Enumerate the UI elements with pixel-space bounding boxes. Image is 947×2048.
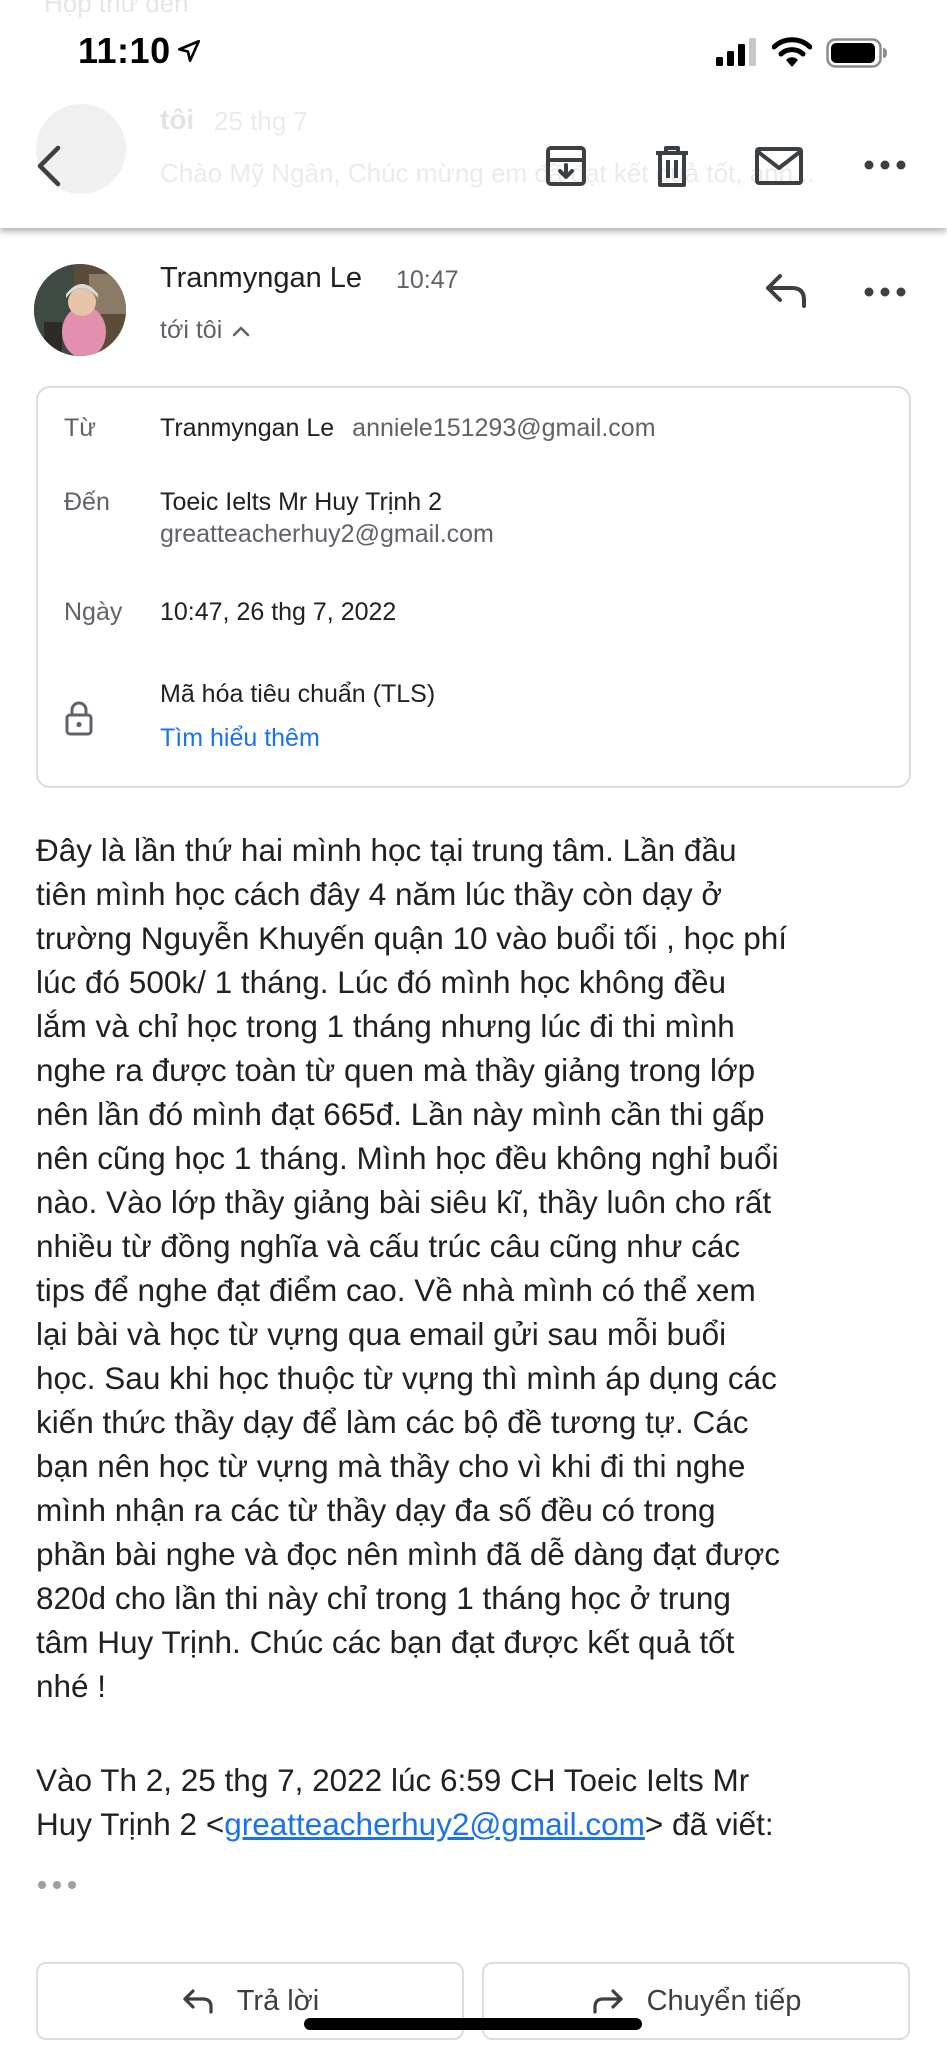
chevron-up-icon xyxy=(233,326,250,336)
recipient-toggle[interactable]: tới tôi xyxy=(160,316,250,345)
sender-name[interactable]: Tranmyngan Le xyxy=(160,262,362,295)
body-line: học. Sau khi học thuộc từ vựng thì mình … xyxy=(36,1360,777,1396)
cellular-signal-icon xyxy=(716,38,756,66)
lock-icon xyxy=(65,701,93,736)
from-value: Tranmyngan Le anniele151293@gmail.com xyxy=(160,414,656,443)
battery-icon xyxy=(826,38,887,68)
wifi-icon xyxy=(772,37,812,67)
to-name: Toeic Ielts Mr Huy Trịnh 2 xyxy=(160,488,443,516)
quoted-header-line-2: Huy Trịnh 2 <greatteacherhuy2@gmail.com>… xyxy=(36,1802,926,1846)
body-line: bạn nên học từ vựng mà thầy cho vì khi đ… xyxy=(36,1448,746,1484)
archive-icon[interactable] xyxy=(542,142,590,190)
date-label: Ngày xyxy=(64,598,123,626)
body-line: tâm Huy Trịnh. Chúc các bạn đạt được kết… xyxy=(36,1624,735,1660)
delete-icon[interactable] xyxy=(648,142,696,190)
body-line: trường Nguyễn Khuyến quận 10 vào buổi tố… xyxy=(36,920,788,956)
body-line: Đây là lần thứ hai mình học tại trung tâ… xyxy=(36,832,737,868)
learn-more-link[interactable]: Tìm hiểu thêm xyxy=(160,724,320,753)
body-line: nào. Vào lớp thầy giảng bài siêu kĩ, thầ… xyxy=(36,1184,772,1220)
preview-from: tôi xyxy=(160,104,195,135)
mark-unread-icon[interactable] xyxy=(754,146,804,186)
message-time: 10:47 xyxy=(396,266,459,294)
sender-avatar[interactable] xyxy=(34,264,126,356)
body-line: nghe ra được toàn từ quen mà thầy giảng … xyxy=(36,1052,756,1088)
quoted-email-link[interactable]: greatteacherhuy2@gmail.com xyxy=(224,1806,645,1842)
quoted-header: Vào Th 2, 25 thg 7, 2022 lúc 6:59 CH Toe… xyxy=(36,1758,926,1846)
message-more-icon[interactable] xyxy=(860,282,910,302)
top-toolbar: Hộp thư đến tôi 25 thg 7 Chào Mỹ Ngân, C… xyxy=(0,0,947,228)
preview-date: 25 thg 7 xyxy=(214,106,308,136)
location-arrow-icon xyxy=(177,39,201,63)
home-indicator[interactable] xyxy=(304,2018,642,2030)
body-line: lúc đó 500k/ 1 tháng. Lúc đó mình học kh… xyxy=(36,964,727,1000)
reply-icon xyxy=(183,1989,213,2014)
avatar-photo-icon xyxy=(34,264,126,356)
body-line: tiên mình học cách đây 4 năm lúc thầy cò… xyxy=(36,876,723,912)
body-line: nên cũng học 1 tháng. Mình học đều không… xyxy=(36,1140,779,1176)
body-line: phần bài nghe và đọc nên mình đã dễ dàng… xyxy=(36,1536,781,1572)
security-text: Mã hóa tiêu chuẩn (TLS) xyxy=(160,680,436,708)
quoted-header-prefix: Huy Trịnh 2 < xyxy=(36,1806,225,1842)
body-line: 820d cho lần thi này chỉ trong 1 tháng h… xyxy=(36,1580,731,1616)
body-line: mình nhận ra các từ thầy dạy đa số đều c… xyxy=(36,1492,716,1528)
show-trimmed-content-icon[interactable] xyxy=(36,1878,80,1892)
from-name: Tranmyngan Le xyxy=(160,414,335,442)
back-icon[interactable] xyxy=(26,142,74,190)
preview-snippet: Chào Mỹ Ngân, Chúc mừng em đã đạt kết qu… xyxy=(160,158,815,188)
quoted-header-suffix: > đã viết: xyxy=(644,1806,774,1842)
body-line: nhé ! xyxy=(36,1668,107,1704)
from-email[interactable]: anniele151293@gmail.com xyxy=(352,414,655,442)
status-time: 11:10 xyxy=(78,30,171,71)
body-line: lắm và chỉ học trong 1 tháng nhưng lúc đ… xyxy=(36,1008,735,1044)
message-details-card: Từ Tranmyngan Le anniele151293@gmail.com … xyxy=(36,386,911,788)
recipient-summary: tới tôi xyxy=(160,316,223,344)
reply-icon[interactable] xyxy=(762,270,810,310)
message-body: Đây là lần thứ hai mình học tại trung tâ… xyxy=(36,828,926,1708)
forward-icon xyxy=(593,1989,623,2014)
from-label: Từ xyxy=(64,414,97,442)
forward-button-label: Chuyển tiếp xyxy=(646,1984,802,2017)
reply-button-label: Trả lời xyxy=(236,1984,320,2017)
body-line: nhiều từ đồng nghĩa và cấu trúc câu cũng… xyxy=(36,1228,741,1264)
body-line: nên lần đó mình đạt 665đ. Lần này mình c… xyxy=(36,1096,765,1132)
more-options-icon[interactable] xyxy=(860,150,910,180)
preview-folder-title: Hộp thư đến xyxy=(44,0,189,18)
quoted-header-line-1: Vào Th 2, 25 thg 7, 2022 lúc 6:59 CH Toe… xyxy=(36,1762,750,1798)
body-line: tips để nghe đạt điểm cao. Về nhà mình c… xyxy=(36,1272,756,1308)
date-value: 10:47, 26 thg 7, 2022 xyxy=(160,598,397,626)
body-line: lại bài và học từ vựng qua email gửi sau… xyxy=(36,1316,727,1352)
to-email[interactable]: greatteacherhuy2@gmail.com xyxy=(160,520,494,549)
body-line: kiến thức thầy dạy để làm các bộ đề tươn… xyxy=(36,1404,749,1440)
to-label: Đến xyxy=(64,488,110,516)
